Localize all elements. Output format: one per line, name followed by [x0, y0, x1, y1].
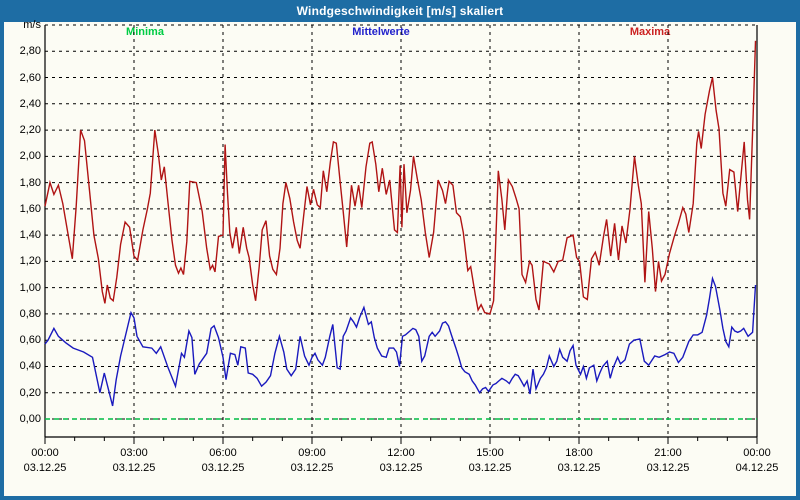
y-tick-label: 0,00 — [19, 413, 41, 425]
x-tick-time-label: 15:00 — [476, 447, 504, 459]
y-tick-label: 1,00 — [19, 281, 41, 294]
x-tick-time-label: 21:00 — [654, 447, 682, 459]
x-tick-date-label: 03.12.25 — [557, 462, 601, 474]
y-axis-unit-label: m/s — [23, 19, 41, 31]
y-tick-label: 2,40 — [19, 97, 41, 110]
x-tick-date-label: 03.12.25 — [23, 462, 67, 474]
y-tick-label: 2,80 — [19, 45, 41, 58]
x-tick-date-label: 03.12.25 — [290, 462, 334, 474]
y-tick-label: 0,60 — [19, 334, 41, 347]
x-tick-time-label: 03:00 — [120, 447, 148, 459]
y-tick-label: 0,40 — [19, 360, 41, 373]
x-tick-time-label: 12:00 — [387, 447, 415, 459]
y-tick-label: 1,80 — [19, 176, 41, 189]
x-tick-date-label: 04.12.25 — [735, 462, 779, 474]
y-tick-label: 1,20 — [19, 255, 41, 268]
y-tick-label: 1,60 — [19, 202, 41, 215]
series-maxima-line — [44, 40, 757, 315]
x-tick-date-label: 03.12.25 — [646, 462, 690, 474]
app-window: Windgeschwindigkeit [m/s] skaliert Minim… — [0, 0, 800, 500]
x-tick-time-label: 18:00 — [565, 447, 593, 459]
x-tick-date-label: 03.12.25 — [379, 462, 423, 474]
y-tick-label: 0,20 — [19, 386, 41, 399]
y-tick-label: 2,20 — [19, 124, 41, 137]
x-tick-date-label: 03.12.25 — [112, 462, 156, 474]
y-tick-label: 2,00 — [19, 150, 41, 163]
x-tick-time-label: 00:00 — [31, 447, 59, 459]
x-tick-time-label: 09:00 — [298, 447, 326, 459]
y-tick-label: 0,80 — [19, 307, 41, 320]
chart-canvas — [44, 24, 758, 444]
x-tick-time-label: 06:00 — [209, 447, 237, 459]
plot-area: 0,00 0,20 0,40 0,60 0,80 1,00 1,20 1,40 1,60 1,80… — [4, 0, 796, 478]
x-tick-date-label: 03.12.25 — [468, 462, 512, 474]
x-tick-time-label: 00:00 — [743, 447, 771, 459]
series-mittelwerte-line — [44, 275, 757, 407]
y-tick-label: 2,60 — [19, 71, 41, 84]
x-tick-date-label: 03.12.25 — [201, 462, 245, 474]
y-tick-label: 1,40 — [19, 229, 41, 242]
